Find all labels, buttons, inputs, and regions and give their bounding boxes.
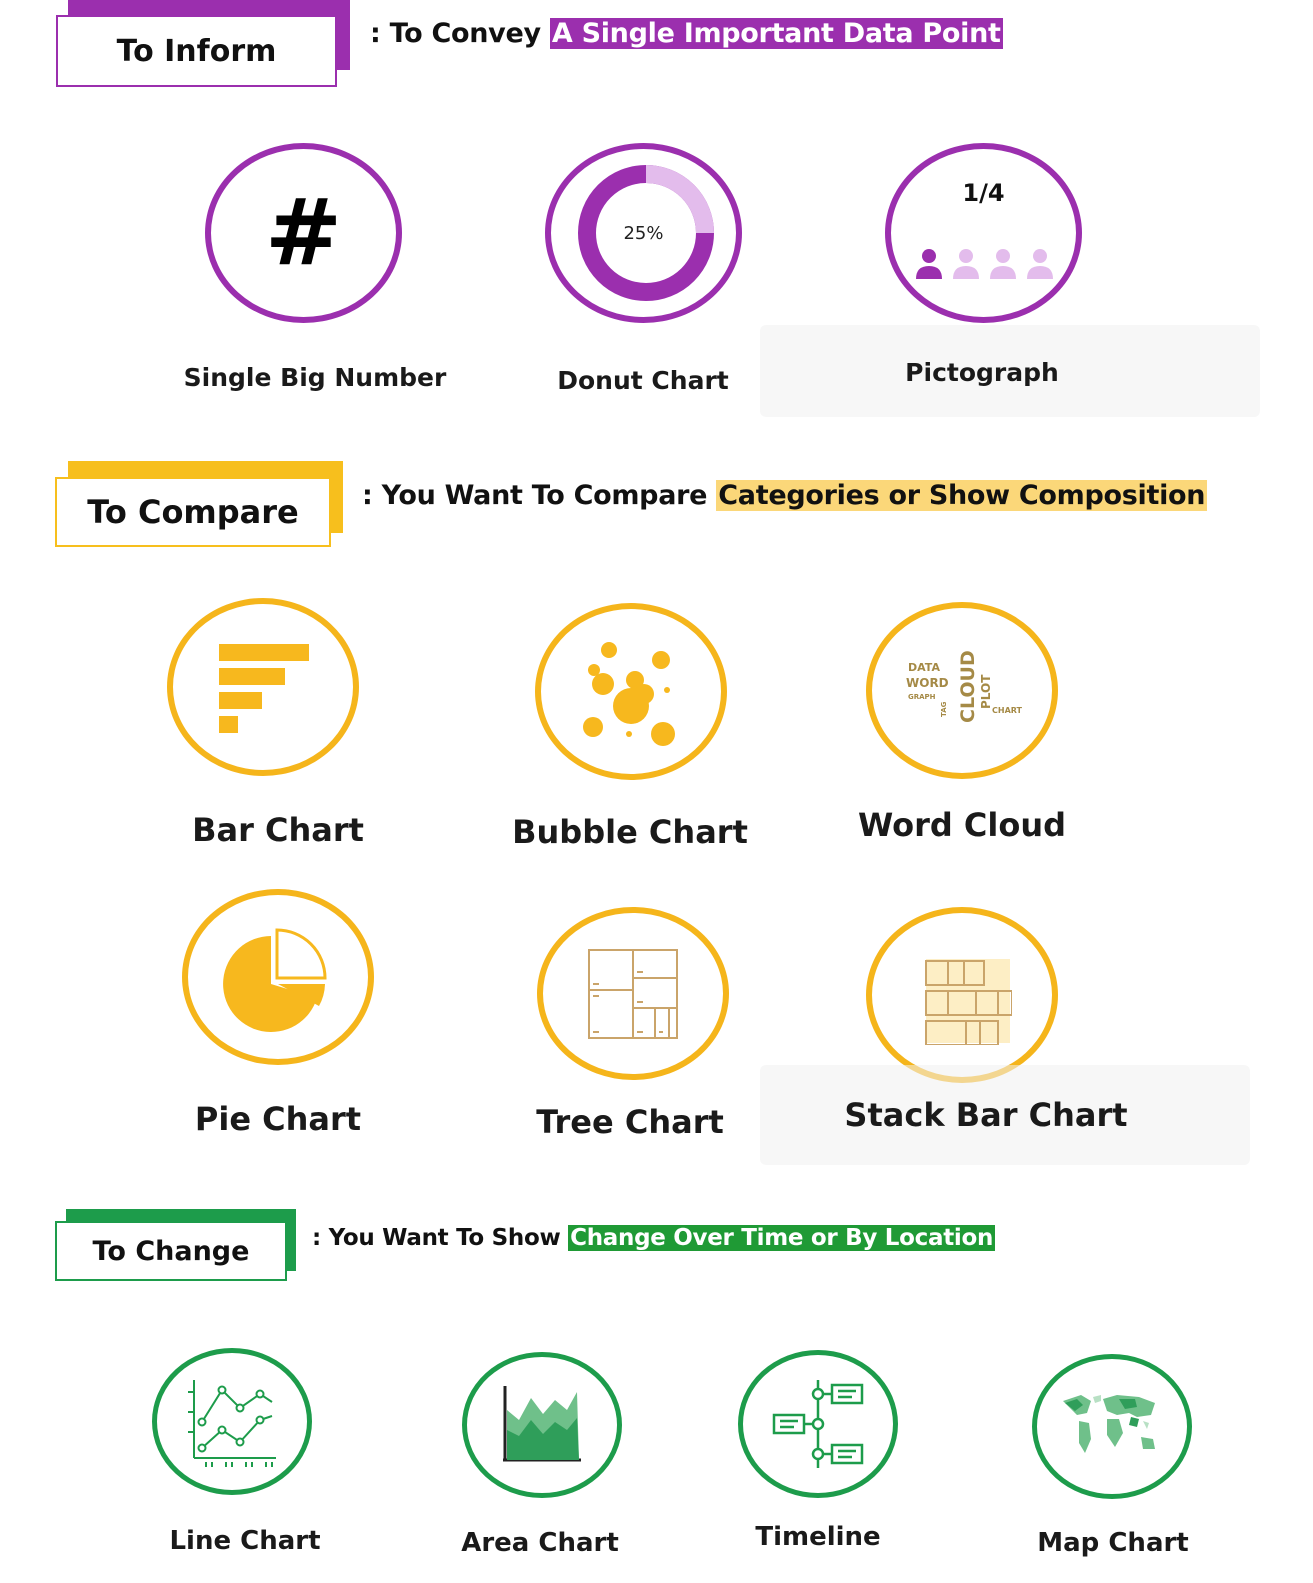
pie-chart-label: Pie Chart <box>194 1100 362 1138</box>
pictograph-fraction: 1/4 <box>962 179 1005 207</box>
tree-chart-label: Tree Chart <box>536 1103 724 1141</box>
pie-chart-circle <box>182 889 374 1065</box>
word-cloud-label: Word Cloud <box>857 806 1067 844</box>
stack-bar-chart-icon <box>925 959 1012 1045</box>
word-cloud-word: TAG <box>940 701 948 717</box>
pictograph-icon <box>916 249 1053 279</box>
line-chart-circle <box>152 1348 312 1495</box>
word-cloud-word: PLOT <box>979 673 993 708</box>
word-cloud-word: GRAPH <box>908 693 936 701</box>
word-cloud-word: CLOUD <box>957 650 979 723</box>
inform-title: To Inform <box>116 33 277 69</box>
line-chart-icon <box>188 1379 276 1467</box>
compare-subtitle-prefix: : You Want To Compare <box>362 480 708 511</box>
word-cloud-word: CHART <box>992 706 1022 715</box>
timeline-icon <box>772 1380 864 1468</box>
stack-bar-chart-circle <box>866 907 1058 1083</box>
map-chart-circle <box>1032 1354 1192 1499</box>
inform-subtitle-highlight: A Single Important Data Point <box>549 18 1003 49</box>
pie-chart-icon <box>223 928 327 1032</box>
stack-bar-chart-label: Stack Bar Chart <box>844 1096 1128 1134</box>
tree-chart-circle <box>537 907 729 1080</box>
area-chart-icon <box>503 1386 581 1462</box>
inform-subtitle-prefix: : To Convey <box>370 18 541 49</box>
word-cloud-icon: DATA WORD GRAPH TAG CLOUD PLOTCHART <box>906 650 1022 723</box>
change-tab: To Change <box>55 1221 287 1281</box>
compare-title: To Compare <box>87 493 299 531</box>
change-title: To Change <box>92 1235 250 1267</box>
timeline-label: Timeline <box>755 1522 881 1552</box>
tree-chart-icon <box>588 948 678 1039</box>
inform-tab: To Inform <box>56 15 337 87</box>
compare-subtitle: : You Want To Compare Categories or Show… <box>362 480 1208 511</box>
change-subtitle: : You Want To Show Change Over Time or B… <box>312 1225 996 1251</box>
pictograph-circle: 1/4 <box>885 143 1082 323</box>
area-chart-label: Area Chart <box>461 1528 619 1558</box>
word-cloud-circle: DATA WORD GRAPH TAG CLOUD PLOT CHART <box>866 602 1058 779</box>
change-subtitle-highlight: Change Over Time or By Location <box>568 1225 996 1251</box>
bubble-chart-circle <box>535 603 727 780</box>
single-big-number-circle: # <box>205 143 402 323</box>
compare-subtitle-highlight: Categories or Show Composition <box>716 480 1208 511</box>
pictograph-label: Pictograph <box>905 358 1059 387</box>
bar-chart-icon <box>219 644 309 733</box>
donut-chart-circle: 25% <box>545 143 742 323</box>
bar-chart-label: Bar Chart <box>192 811 364 849</box>
area-chart-circle <box>462 1352 622 1498</box>
map-chart-icon <box>1063 1394 1155 1453</box>
compare-tab: To Compare <box>55 477 331 547</box>
change-subtitle-prefix: : You Want To Show <box>312 1225 561 1251</box>
timeline-circle <box>738 1350 898 1498</box>
line-chart-label: Line Chart <box>169 1526 321 1556</box>
donut-percent-label: 25% <box>623 222 664 244</box>
map-chart-label: Map Chart <box>1037 1528 1189 1558</box>
word-cloud-word: WORD <box>906 676 949 690</box>
single-big-number-label: Single Big Number <box>183 363 447 392</box>
bar-chart-circle <box>167 598 359 776</box>
donut-chart-label: Donut Chart <box>557 366 729 395</box>
bubble-chart-label: Bubble Chart <box>512 813 748 851</box>
hash-icon: # <box>264 179 343 286</box>
inform-subtitle: : To Convey A Single Important Data Poin… <box>370 18 1003 49</box>
bubble-chart-icon <box>583 641 675 746</box>
word-cloud-word: DATA <box>908 661 940 674</box>
